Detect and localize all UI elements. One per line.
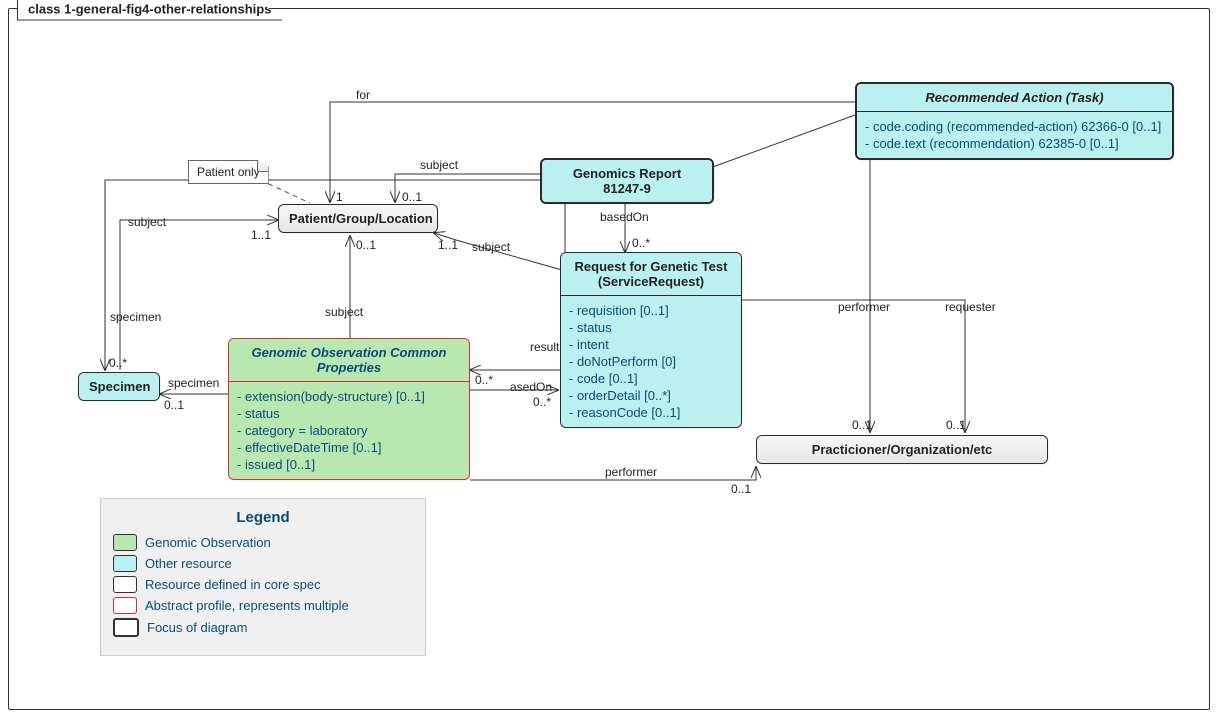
- rel-performer-obs: performer: [605, 465, 657, 479]
- mult: 1..1: [251, 228, 271, 242]
- attr: intent: [569, 336, 733, 353]
- class-patient-group-location: Patient/Group/Location: [278, 204, 438, 233]
- swatch-thick: [113, 618, 139, 637]
- swatch-cyan: [113, 555, 137, 572]
- legend: Legend Genomic Observation Other resourc…: [100, 498, 426, 656]
- title-line: Genomic Observation Common: [251, 345, 446, 360]
- attr: extension(body-structure) [0..1]: [237, 388, 461, 405]
- mult: 0..1: [402, 190, 422, 204]
- rel-requester: requester: [945, 300, 996, 314]
- swatch-green: [113, 534, 137, 551]
- legend-label: Focus of diagram: [147, 620, 247, 635]
- class-recommended-action: Recommended Action (Task) code.coding (r…: [855, 82, 1174, 160]
- class-title: Recommended Action (Task): [857, 84, 1172, 112]
- mult: 1: [336, 190, 343, 204]
- class-body: extension(body-structure) [0..1] status …: [229, 382, 469, 479]
- note-patient-only: Patient only: [188, 160, 269, 184]
- mult: 0..1: [356, 238, 376, 252]
- attr: orderDetail [0..*]: [569, 387, 733, 404]
- class-specimen: Specimen: [78, 372, 160, 401]
- attr: requisition [0..1]: [569, 302, 733, 319]
- legend-label: Abstract profile, represents multiple: [145, 598, 349, 613]
- legend-label: Genomic Observation: [145, 535, 271, 550]
- title-line: (ServiceRequest): [598, 274, 704, 289]
- rel-specimen-obs: specimen: [168, 376, 219, 390]
- class-body: code.coding (recommended-action) 62366-0…: [857, 112, 1172, 158]
- attr: effectiveDateTime [0..1]: [237, 439, 461, 456]
- rel-subject-obs: subject: [325, 305, 363, 319]
- mult: 0..*: [632, 236, 650, 250]
- frame-title: class 1-general-fig4-other-relationships: [17, 0, 282, 21]
- rel-performer-task: performer: [838, 300, 890, 314]
- attr: status: [569, 319, 733, 336]
- legend-label: Other resource: [145, 556, 232, 571]
- mult: 0..1: [164, 398, 184, 412]
- class-genomic-observation: Genomic Observation Common Properties ex…: [228, 338, 470, 480]
- mult: 0..1: [946, 418, 966, 432]
- attr: reasonCode [0..1]: [569, 404, 733, 421]
- legend-row: Focus of diagram: [113, 618, 413, 637]
- attr: issued [0..1]: [237, 456, 461, 473]
- rel-subject-spec: subject: [128, 215, 166, 229]
- legend-row: Resource defined in core spec: [113, 576, 413, 593]
- legend-title: Legend: [113, 509, 413, 526]
- rel-basedOn: basedOn: [600, 210, 649, 224]
- rel-result: result: [530, 340, 559, 354]
- mult: 0..*: [475, 373, 493, 387]
- mult: 0..1: [852, 418, 872, 432]
- diagram-canvas: class 1-general-fig4-other-relationships: [0, 0, 1218, 721]
- mult: 1..1: [438, 238, 458, 252]
- swatch-red: [113, 597, 137, 614]
- class-title: Genomics Report 81247-9: [542, 160, 712, 202]
- attr: doNotPerform [0]: [569, 353, 733, 370]
- attr: code.text (recommendation) 62385-0 [0..1…: [865, 135, 1164, 152]
- rel-for: for: [356, 88, 370, 102]
- legend-label: Resource defined in core spec: [145, 577, 321, 592]
- title-line: Request for Genetic Test: [575, 259, 728, 274]
- mult: 0..1: [731, 482, 751, 496]
- class-service-request: Request for Genetic Test (ServiceRequest…: [560, 252, 742, 428]
- class-genomics-report: Genomics Report 81247-9: [540, 158, 714, 204]
- rel-subject-gr: subject: [420, 158, 458, 172]
- attr: status: [237, 405, 461, 422]
- rel-specimen-gr: specimen: [110, 310, 161, 324]
- title-line: Properties: [317, 360, 381, 375]
- legend-row: Genomic Observation: [113, 534, 413, 551]
- legend-row: Abstract profile, represents multiple: [113, 597, 413, 614]
- swatch-white: [113, 576, 137, 593]
- class-title: Genomic Observation Common Properties: [229, 339, 469, 382]
- class-title: Practicioner/Organization/etc: [757, 436, 1047, 463]
- mult: 0..*: [533, 395, 551, 409]
- legend-row: Other resource: [113, 555, 413, 572]
- class-title: Patient/Group/Location: [279, 205, 437, 232]
- rel-asedOn: asedOn: [510, 380, 552, 394]
- class-body: requisition [0..1] status intent doNotPe…: [561, 296, 741, 427]
- rel-subject-sr: subject: [472, 240, 510, 254]
- class-title: Specimen: [79, 373, 159, 400]
- attr: code.coding (recommended-action) 62366-0…: [865, 118, 1164, 135]
- mult: 0..*: [109, 356, 127, 370]
- class-practitioner: Practicioner/Organization/etc: [756, 435, 1048, 464]
- class-title: Request for Genetic Test (ServiceRequest…: [561, 253, 741, 296]
- attr: code [0..1]: [569, 370, 733, 387]
- attr: category = laboratory: [237, 422, 461, 439]
